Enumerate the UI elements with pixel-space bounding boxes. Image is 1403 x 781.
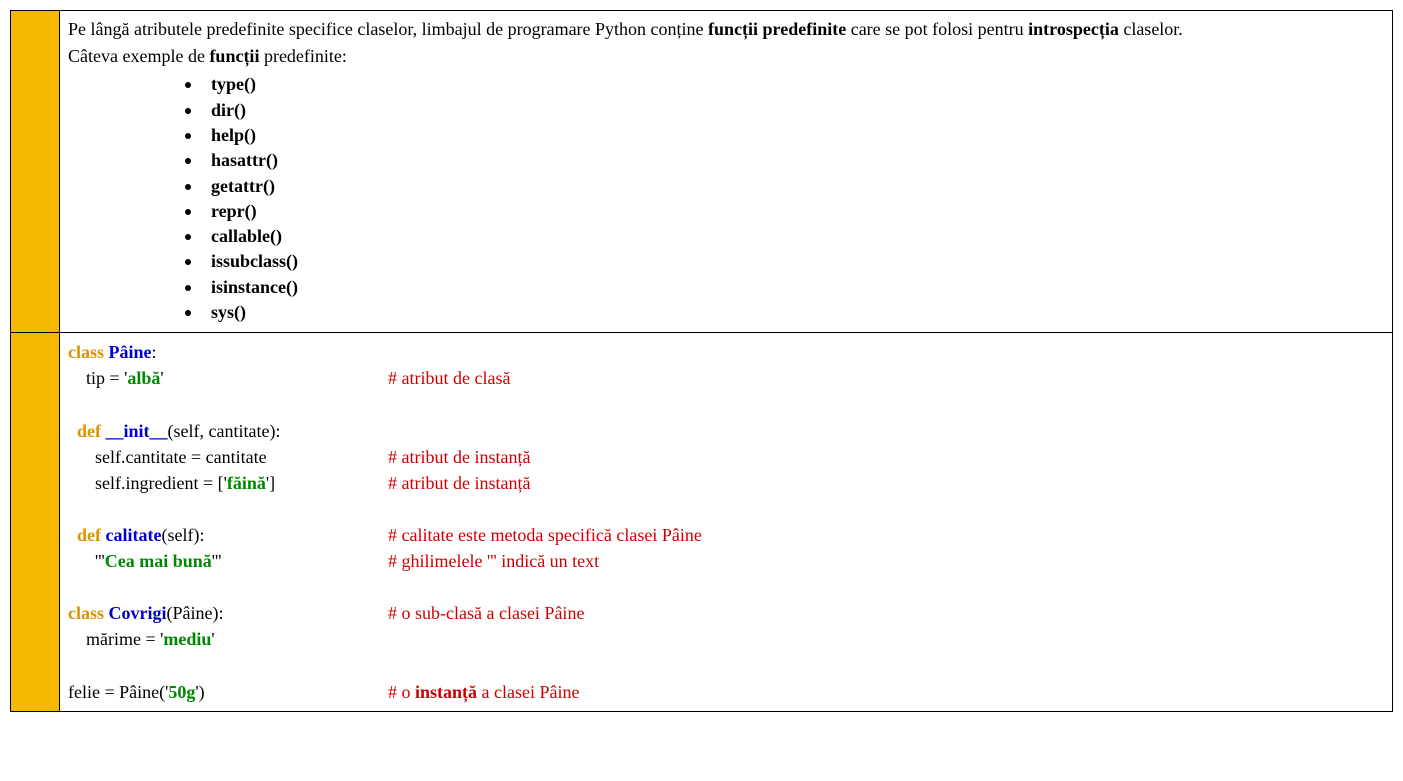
list-item: dir() <box>203 97 1384 122</box>
code-line: def __init__(self, cantitate): <box>68 418 1384 444</box>
code-comment: # atribut de clasă <box>388 365 1384 391</box>
blank-line <box>68 652 1384 678</box>
text-bold: funcții predefinite <box>708 19 846 39</box>
code-line: tip = 'albă' # atribut de clasă <box>68 365 1384 391</box>
code-text: mărime = ' <box>68 629 163 649</box>
code-string: mediu <box>163 629 211 649</box>
text-bold: funcții <box>209 46 259 66</box>
code-comment: # o sub-clasă a clasei Pâine <box>388 600 1384 626</box>
code-line: def calitate(self): # calitate este meto… <box>68 522 1384 548</box>
text: predefinite: <box>259 46 346 66</box>
code-text: : <box>152 342 157 362</box>
code-line: self.cantitate = cantitate # atribut de … <box>68 444 1384 470</box>
blank-line <box>68 392 1384 418</box>
list-item: hasattr() <box>203 147 1384 172</box>
text-bold: introspecția <box>1028 19 1119 39</box>
list-item: repr() <box>203 198 1384 223</box>
code-classname: Covrigi <box>109 603 167 623</box>
code-comment: # atribut de instanță <box>388 470 1384 496</box>
code-line: felie = Pâine('50g') # o instanță a clas… <box>68 679 1384 705</box>
text: care se pot folosi pentru <box>846 19 1028 39</box>
highlight-bar <box>11 332 59 710</box>
code-text: self.cantitate = cantitate <box>68 447 267 467</box>
list-item: getattr() <box>203 173 1384 198</box>
intro-paragraph-2: Câteva exemple de funcții predefinite: <box>68 44 1384 69</box>
code-text: (self, cantitate): <box>168 421 281 441</box>
code-comment: # o instanță a clasei Pâine <box>388 679 1384 705</box>
row-code: class Pâine: tip = 'albă' # atribut de c… <box>11 332 1392 710</box>
code-method: __init__ <box>106 421 168 441</box>
code-text: ' <box>211 629 214 649</box>
code-comment: # ghilimelele ''' indică un text <box>388 548 1384 574</box>
code-text: (self): <box>161 525 204 545</box>
code-comment: # atribut de instanță <box>388 444 1384 470</box>
list-item: sys() <box>203 299 1384 324</box>
code-text: (Pâine): <box>167 603 224 623</box>
blank-line <box>68 496 1384 522</box>
code-keyword: def <box>68 421 106 441</box>
code-line: '''Cea mai bună''' # ghilimelele ''' ind… <box>68 548 1384 574</box>
code-string: albă <box>127 368 160 388</box>
code-text: felie = Pâine(' <box>68 682 168 702</box>
code-cell: class Pâine: tip = 'albă' # atribut de c… <box>59 332 1392 710</box>
code-text: '] <box>266 473 275 493</box>
code-text: self.ingredient = [' <box>68 473 227 493</box>
code-keyword: class <box>68 342 109 362</box>
code-classname: Pâine <box>109 342 152 362</box>
list-item: help() <box>203 122 1384 147</box>
code-string: făină <box>227 473 266 493</box>
code-line: self.ingredient = ['făină'] # atribut de… <box>68 470 1384 496</box>
highlight-bar <box>11 11 59 332</box>
code-keyword: class <box>68 603 109 623</box>
code-line: class Pâine: <box>68 339 1384 365</box>
code-text: ''' <box>212 551 222 571</box>
intro-paragraph-1: Pe lângă atributele predefinite specific… <box>68 17 1384 42</box>
code-line: class Covrigi(Pâine): # o sub-clasă a cl… <box>68 600 1384 626</box>
text: Câteva exemple de <box>68 46 209 66</box>
list-item: issubclass() <box>203 248 1384 273</box>
code-comment-text: a clasei Pâine <box>477 682 579 702</box>
code-comment-bold: instanță <box>415 682 477 702</box>
document-table: Pe lângă atributele predefinite specific… <box>10 10 1393 712</box>
code-text: ''' <box>68 551 105 571</box>
list-item: callable() <box>203 223 1384 248</box>
text: Pe lângă atributele predefinite specific… <box>68 19 708 39</box>
code-text: ') <box>195 682 204 702</box>
code-text: ' <box>160 368 163 388</box>
list-item: type() <box>203 71 1384 96</box>
intro-cell: Pe lângă atributele predefinite specific… <box>59 11 1392 332</box>
code-method: calitate <box>106 525 162 545</box>
row-intro: Pe lângă atributele predefinite specific… <box>11 11 1392 332</box>
code-text: tip = ' <box>68 368 127 388</box>
list-item: isinstance() <box>203 274 1384 299</box>
text: claselor. <box>1119 19 1183 39</box>
code-string: 50g <box>168 682 195 702</box>
code-keyword: def <box>68 525 106 545</box>
code-comment: # calitate este metoda specifică clasei … <box>388 522 1384 548</box>
code-line: mărime = 'mediu' <box>68 626 1384 652</box>
code-comment-text: # o <box>388 682 415 702</box>
function-list: type() dir() help() hasattr() getattr() … <box>68 71 1384 324</box>
blank-line <box>68 574 1384 600</box>
code-string: Cea mai bună <box>105 551 212 571</box>
